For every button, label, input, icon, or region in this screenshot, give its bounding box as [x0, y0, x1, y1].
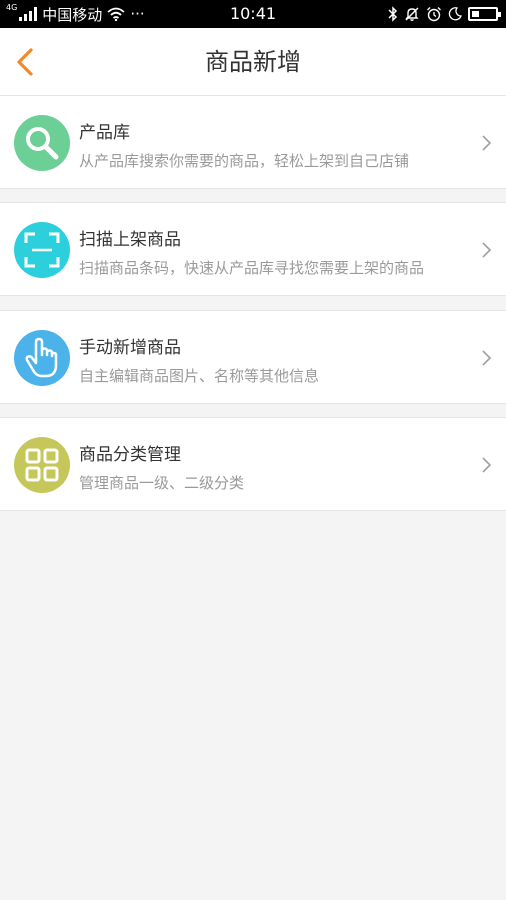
- menu-item-icon-bg: [14, 115, 70, 171]
- battery-level: [472, 11, 479, 17]
- bluetooth-icon: [388, 6, 398, 22]
- chevron-right-icon: [482, 135, 492, 151]
- menu-item-title: 扫描上架商品: [79, 230, 181, 250]
- status-bar: 4G 中国移动 ··· 10:41: [0, 0, 506, 28]
- menu-item-icon-bg: [14, 222, 70, 278]
- menu-item-title: 产品库: [79, 123, 130, 143]
- menu-item-icon-bg: [14, 437, 70, 493]
- menu-item-desc: 自主编辑商品图片、名称等其他信息: [79, 367, 320, 385]
- battery-icon: [468, 7, 501, 21]
- chevron-right-icon: [482, 457, 492, 473]
- menu-item-title: 商品分类管理: [79, 445, 181, 465]
- menu-item-product-library[interactable]: 产品库 从产品库搜索你需要的商品，轻松上架到自己店铺: [0, 95, 506, 189]
- menu-item-category-management[interactable]: 商品分类管理 管理商品一级、二级分类: [0, 417, 506, 511]
- search-icon: [26, 127, 59, 160]
- menu-item-icon-bg: [14, 330, 70, 386]
- status-right: [388, 4, 501, 24]
- page-title: 商品新增: [205, 48, 301, 76]
- menu-item-desc: 扫描商品条码，快速从产品库寻找您需要上架的商品: [79, 259, 425, 277]
- menu-item-desc: 管理商品一级、二级分类: [79, 474, 245, 492]
- menu-item-desc: 从产品库搜索你需要的商品，轻松上架到自己店铺: [79, 152, 410, 170]
- alarm-icon: [427, 7, 441, 22]
- menu-item-manual-add[interactable]: 手动新增商品 自主编辑商品图片、名称等其他信息: [0, 310, 506, 404]
- hand-pointer-icon: [25, 337, 58, 378]
- scan-icon: [24, 232, 60, 268]
- chevron-right-icon: [482, 242, 492, 258]
- nav-bar: 商品新增: [0, 28, 506, 96]
- grid-icon: [25, 448, 59, 482]
- chevron-right-icon: [482, 350, 492, 366]
- moon-icon: [448, 7, 462, 21]
- bell-off-icon: [405, 7, 419, 21]
- menu-item-title: 手动新增商品: [79, 338, 181, 358]
- menu-item-scan[interactable]: 扫描上架商品 扫描商品条码，快速从产品库寻找您需要上架的商品: [0, 202, 506, 296]
